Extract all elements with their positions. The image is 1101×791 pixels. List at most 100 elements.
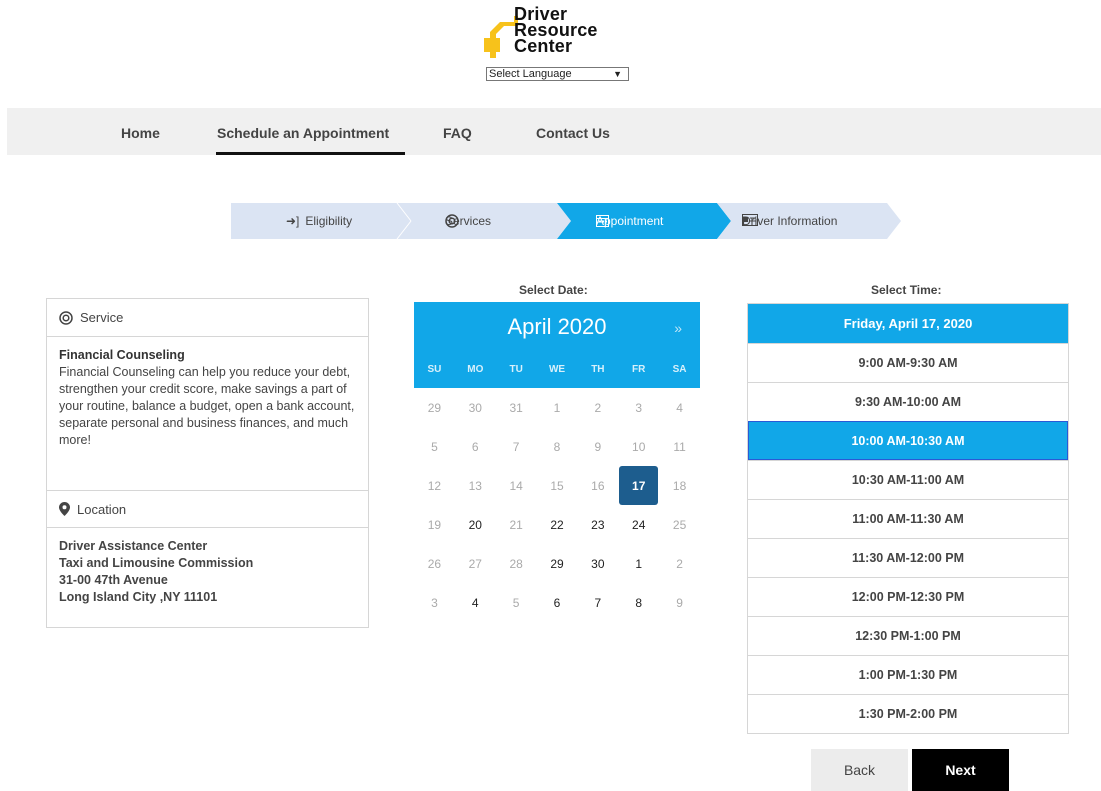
next-button[interactable]: Next [912, 749, 1009, 791]
service-header: Service [47, 299, 368, 337]
weekday-header: TH [591, 364, 605, 375]
step-appointment[interactable]: Appointment [596, 214, 663, 228]
next-month-button[interactable]: » [674, 320, 682, 336]
time-slot-selected[interactable]: 10:00 AM-10:30 AM [748, 421, 1068, 460]
day-number: 24 [632, 517, 646, 532]
time-slot[interactable]: 12:30 PM-1:00 PM [748, 616, 1068, 655]
calendar-day[interactable]: 1 [618, 544, 659, 583]
day-number: 3 [431, 595, 438, 610]
logo-line: Center [514, 36, 573, 56]
day-number: 15 [550, 478, 564, 493]
day-number: 30 [591, 556, 605, 571]
day-number: 22 [550, 517, 564, 532]
day-number: 8 [635, 595, 643, 610]
nav-schedule-appointment[interactable]: Schedule an Appointment [217, 125, 389, 141]
step-driver-information[interactable]: Driver Information [742, 214, 837, 228]
time-slot[interactable]: 9:00 AM-9:30 AM [748, 343, 1068, 382]
service-description: Financial Counseling can help you reduce… [59, 365, 355, 447]
calendar-day[interactable]: 22 [537, 505, 578, 544]
calendar-day: 8 [537, 427, 578, 466]
calendar-day[interactable]: 6 [537, 583, 578, 622]
time-slot[interactable]: 11:30 AM-12:00 PM [748, 538, 1068, 577]
calendar-day: 27 [455, 544, 496, 583]
day-number: 16 [591, 478, 605, 493]
calendar-day[interactable]: 4 [455, 583, 496, 622]
day-number: 6 [553, 595, 561, 610]
day-number: 20 [468, 517, 482, 532]
step-eligibility[interactable]: ➜] Eligibility [286, 214, 352, 228]
active-nav-underline [216, 152, 405, 155]
calendar-day[interactable]: 8 [618, 583, 659, 622]
weekday-header: SU [427, 364, 442, 375]
day-number: 14 [509, 478, 523, 493]
nav-faq[interactable]: FAQ [443, 125, 472, 141]
day-number: 6 [471, 439, 479, 454]
day-number: 8 [553, 439, 561, 454]
date-picker: April 2020 » SU MO TU WE TH FR SA 29 30 31 1 2 3 4 5 6… [414, 302, 700, 622]
day-number: 21 [509, 517, 523, 532]
address-line: 31-00 47th Avenue [59, 573, 168, 587]
calendar-day[interactable]: 23 [577, 505, 618, 544]
day-number: 7 [594, 595, 602, 610]
nav-home[interactable]: Home [121, 125, 160, 141]
day-number: 30 [468, 400, 482, 415]
day-number: 5 [431, 439, 438, 454]
time-slot-list: Friday, April 17, 2020 9:00 AM-9:30 AM 9:… [747, 303, 1069, 734]
calendar-day-selected[interactable]: 17 [618, 466, 659, 505]
weekday-header: WE [548, 364, 566, 375]
calendar-day: 28 [496, 544, 537, 583]
calendar-header: April 2020 » SU MO TU WE TH FR SA [414, 302, 700, 388]
step-label: Eligibility [305, 214, 353, 228]
day-number: 4 [676, 400, 683, 415]
language-select[interactable]: Select Language ▼ [486, 67, 629, 81]
service-info-panel: Service Financial Counseling Financial C… [46, 298, 369, 628]
day-number: 9 [594, 439, 602, 454]
day-number: 4 [471, 595, 479, 610]
day-number: 11 [673, 439, 686, 454]
calendar-day: 11 [659, 427, 700, 466]
calendar-day[interactable]: 29 [537, 544, 578, 583]
calendar-day[interactable]: 30 [577, 544, 618, 583]
calendar-day: 26 [414, 544, 455, 583]
logo[interactable]: Driver Resource Center [484, 5, 634, 68]
time-slot[interactable]: 11:00 AM-11:30 AM [748, 499, 1068, 538]
back-button[interactable]: Back [811, 749, 908, 791]
day-number: 19 [427, 517, 442, 532]
time-slot[interactable]: 1:30 PM-2:00 PM [748, 694, 1068, 733]
sign-in-icon: ➜] [286, 214, 300, 228]
day-number: 1 [553, 400, 561, 415]
location-header-label: Location [77, 501, 127, 517]
time-slot[interactable]: 12:00 PM-12:30 PM [748, 577, 1068, 616]
day-number: 31 [509, 400, 523, 415]
nav-contact-us[interactable]: Contact Us [536, 125, 610, 141]
day-number: 5 [512, 595, 520, 610]
calendar-day: 5 [414, 427, 455, 466]
calendar-day: 4 [659, 388, 700, 427]
time-slot[interactable]: 10:30 AM-11:00 AM [748, 460, 1068, 499]
service-title: Financial Counseling [59, 348, 185, 362]
calendar-day: 31 [496, 388, 537, 427]
calendar-day[interactable]: 24 [618, 505, 659, 544]
calendar-day[interactable]: 7 [577, 583, 618, 622]
step-services[interactable]: Services [445, 214, 491, 228]
day-number: 25 [672, 517, 687, 532]
weekday-header: MO [467, 364, 484, 375]
day-number: 7 [512, 439, 520, 454]
day-number: 2 [676, 556, 683, 571]
calendar-day: 15 [537, 466, 578, 505]
day-number: 9 [676, 595, 683, 610]
calendar-day: 3 [618, 388, 659, 427]
progress-stepper: ➜] Eligibility Services Appointment Driv… [231, 203, 901, 239]
time-slot[interactable]: 9:30 AM-10:00 AM [748, 382, 1068, 421]
calendar-grid: 29 30 31 1 2 3 4 5 6 7 8 9 10 11 12 13 14 15 16 17 18 19 20 21 2… [414, 388, 700, 622]
main-nav: Home Schedule an Appointment FAQ Contact… [7, 108, 1101, 155]
select-date-title: Select Date: [519, 283, 588, 297]
day-number: 12 [427, 478, 442, 493]
day-number: 13 [468, 478, 482, 493]
service-header-label: Service [80, 310, 124, 325]
time-slot[interactable]: 1:00 PM-1:30 PM [748, 655, 1068, 694]
day-number: 17 [619, 466, 659, 505]
life-ring-icon [59, 310, 73, 325]
day-number: 29 [427, 400, 442, 415]
calendar-day[interactable]: 20 [455, 505, 496, 544]
